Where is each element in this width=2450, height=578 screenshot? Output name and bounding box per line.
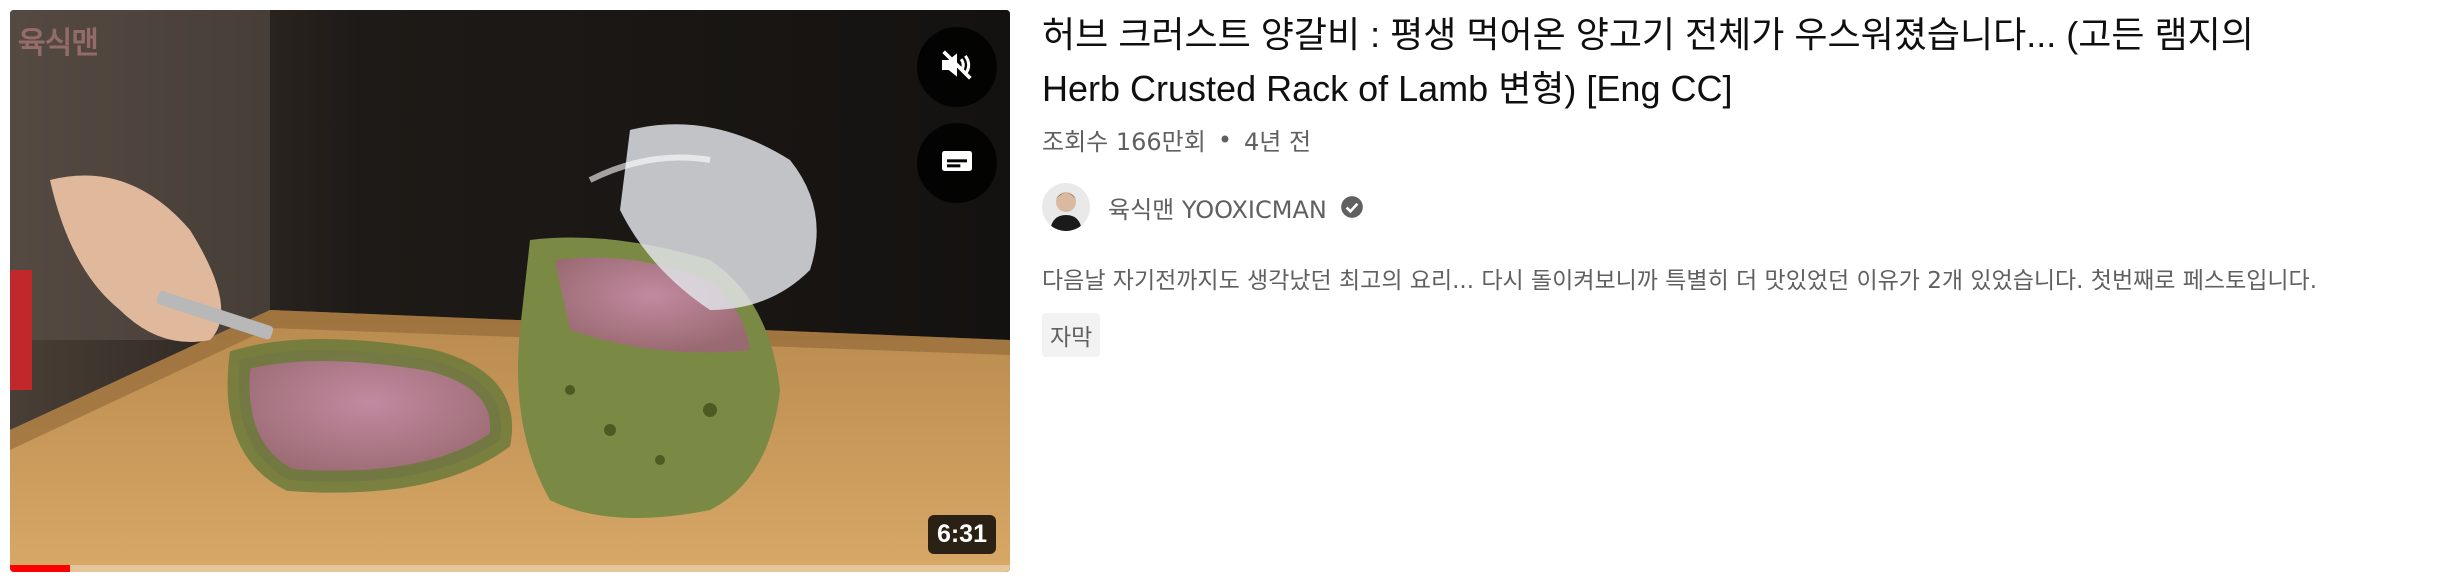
video-description-snippet: 다음날 자기전까지도 생각났던 최고의 요리... 다시 돌이켜보니까 특별히 … — [1042, 268, 2318, 294]
captions-button[interactable] — [917, 123, 997, 203]
video-title[interactable]: 허브 크러스트 양갈비 : 평생 먹어온 양고기 전체가 우스워졌습니다... … — [1042, 8, 2442, 116]
upload-age: 4년 전 — [1244, 128, 1312, 156]
mute-button[interactable] — [917, 27, 997, 107]
captions-icon — [937, 141, 977, 185]
verified-check-icon — [1339, 194, 1365, 220]
video-metadata: 조회수 166만회 • 4년 전 — [1042, 122, 2442, 157]
meta-separator: • — [1217, 125, 1232, 154]
watch-progress-fill — [10, 565, 70, 572]
view-count: 조회수 166만회 — [1042, 128, 1206, 156]
video-details: 허브 크러스트 양갈비 : 평생 먹어온 양고기 전체가 우스워졌습니다... … — [1042, 8, 2442, 357]
channel-watermark: 육식맨 — [18, 26, 99, 61]
channel-avatar[interactable] — [1042, 183, 1090, 231]
subtitles-badge: 자막 — [1042, 313, 1101, 357]
muted-speaker-icon — [937, 45, 977, 89]
video-result-row: 육식맨 6:31 허브 크러스트 양갈비: 평생 먹어온 양고기 전체가 우스… — [0, 0, 2450, 578]
duration-badge: 6:31 — [927, 515, 996, 554]
watch-progress-bar — [10, 565, 1010, 572]
video-title-line-2: Herb Crusted Rack of Lamb 변형) [Eng CC] — [1042, 68, 1733, 109]
video-title-line-1: 허브 크러스트 양갈비 : 평생 먹어온 양고기 전체가 우스워졌습니다... … — [1042, 14, 2254, 55]
channel-link[interactable]: 육식맨 YOOXICMAN — [1042, 183, 2442, 231]
video-thumbnail[interactable]: 육식맨 6:31 — [10, 10, 1010, 572]
channel-name[interactable]: 육식맨 YOOXICMAN — [1108, 190, 1327, 225]
thumbnail-image — [10, 10, 1010, 572]
